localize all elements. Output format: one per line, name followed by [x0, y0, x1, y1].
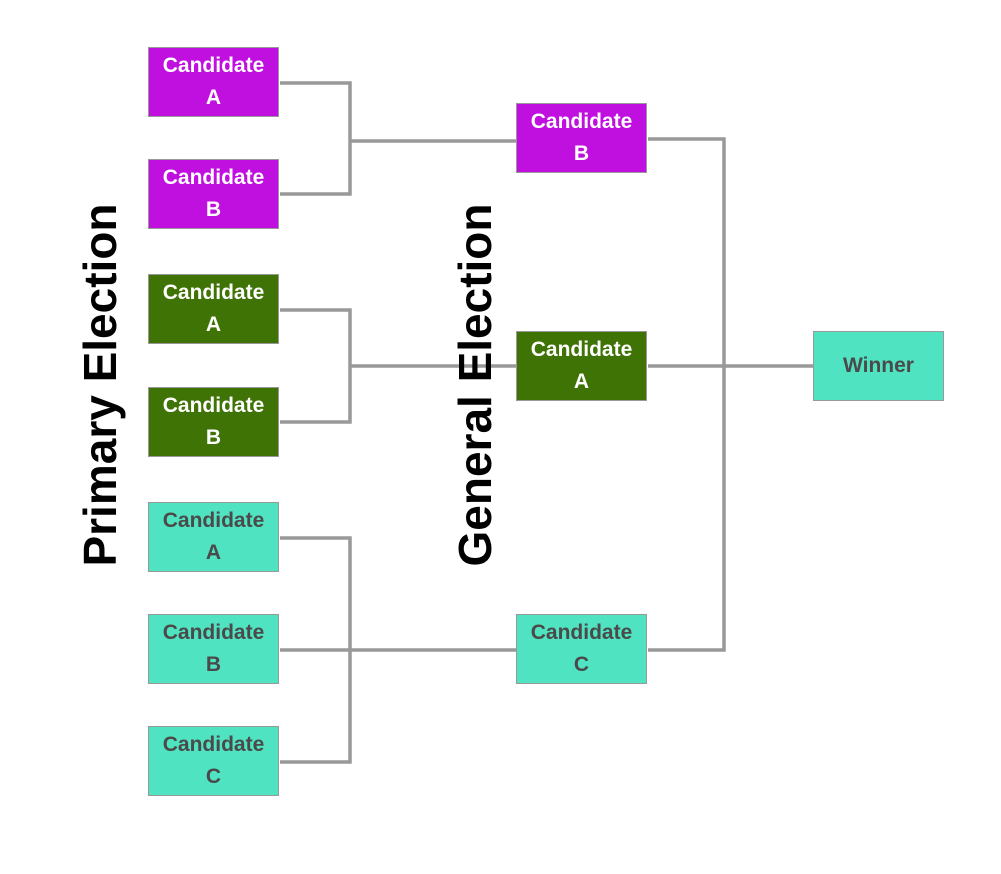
winner-label: Winner [843, 354, 914, 377]
primary-candidate-box: Candidate A [148, 47, 279, 117]
candidate-letter: C [573, 653, 590, 676]
candidate-label: Candidate [162, 509, 265, 532]
general-candidate-box: Candidate A [516, 331, 647, 401]
general-candidate-box: Candidate B [516, 103, 647, 173]
candidate-letter: B [573, 142, 590, 165]
candidate-label: Candidate [162, 166, 265, 189]
primary-candidate-box: Candidate A [148, 502, 279, 572]
candidate-label: Candidate [162, 281, 265, 304]
candidate-letter: A [205, 541, 222, 564]
connector-final [648, 137, 813, 652]
connector-teal [280, 536, 516, 764]
candidate-letter: A [573, 370, 590, 393]
candidate-label: Candidate [162, 54, 265, 77]
candidate-label: Candidate [162, 394, 265, 417]
general-election-title: General Election [449, 203, 501, 567]
general-candidate-box: Candidate C [516, 614, 647, 684]
candidate-label: Candidate [530, 110, 633, 133]
candidate-label: Candidate [162, 733, 265, 756]
candidate-letter: A [205, 313, 222, 336]
candidate-letter: C [205, 765, 222, 788]
primary-candidate-box: Candidate A [148, 274, 279, 344]
primary-candidate-box: Candidate B [148, 387, 279, 457]
winner-box: Winner [813, 331, 944, 401]
primary-candidate-box: Candidate B [148, 614, 279, 684]
candidate-letter: B [205, 426, 222, 449]
candidate-label: Candidate [530, 338, 633, 361]
connector-purple [280, 81, 516, 196]
candidate-label: Candidate [530, 621, 633, 644]
candidate-letter: B [205, 653, 222, 676]
primary-candidate-box: Candidate B [148, 159, 279, 229]
primary-election-title: Primary Election [74, 203, 126, 567]
candidate-label: Candidate [162, 621, 265, 644]
candidate-letter: B [205, 198, 222, 221]
primary-candidate-box: Candidate C [148, 726, 279, 796]
candidate-letter: A [205, 86, 222, 109]
